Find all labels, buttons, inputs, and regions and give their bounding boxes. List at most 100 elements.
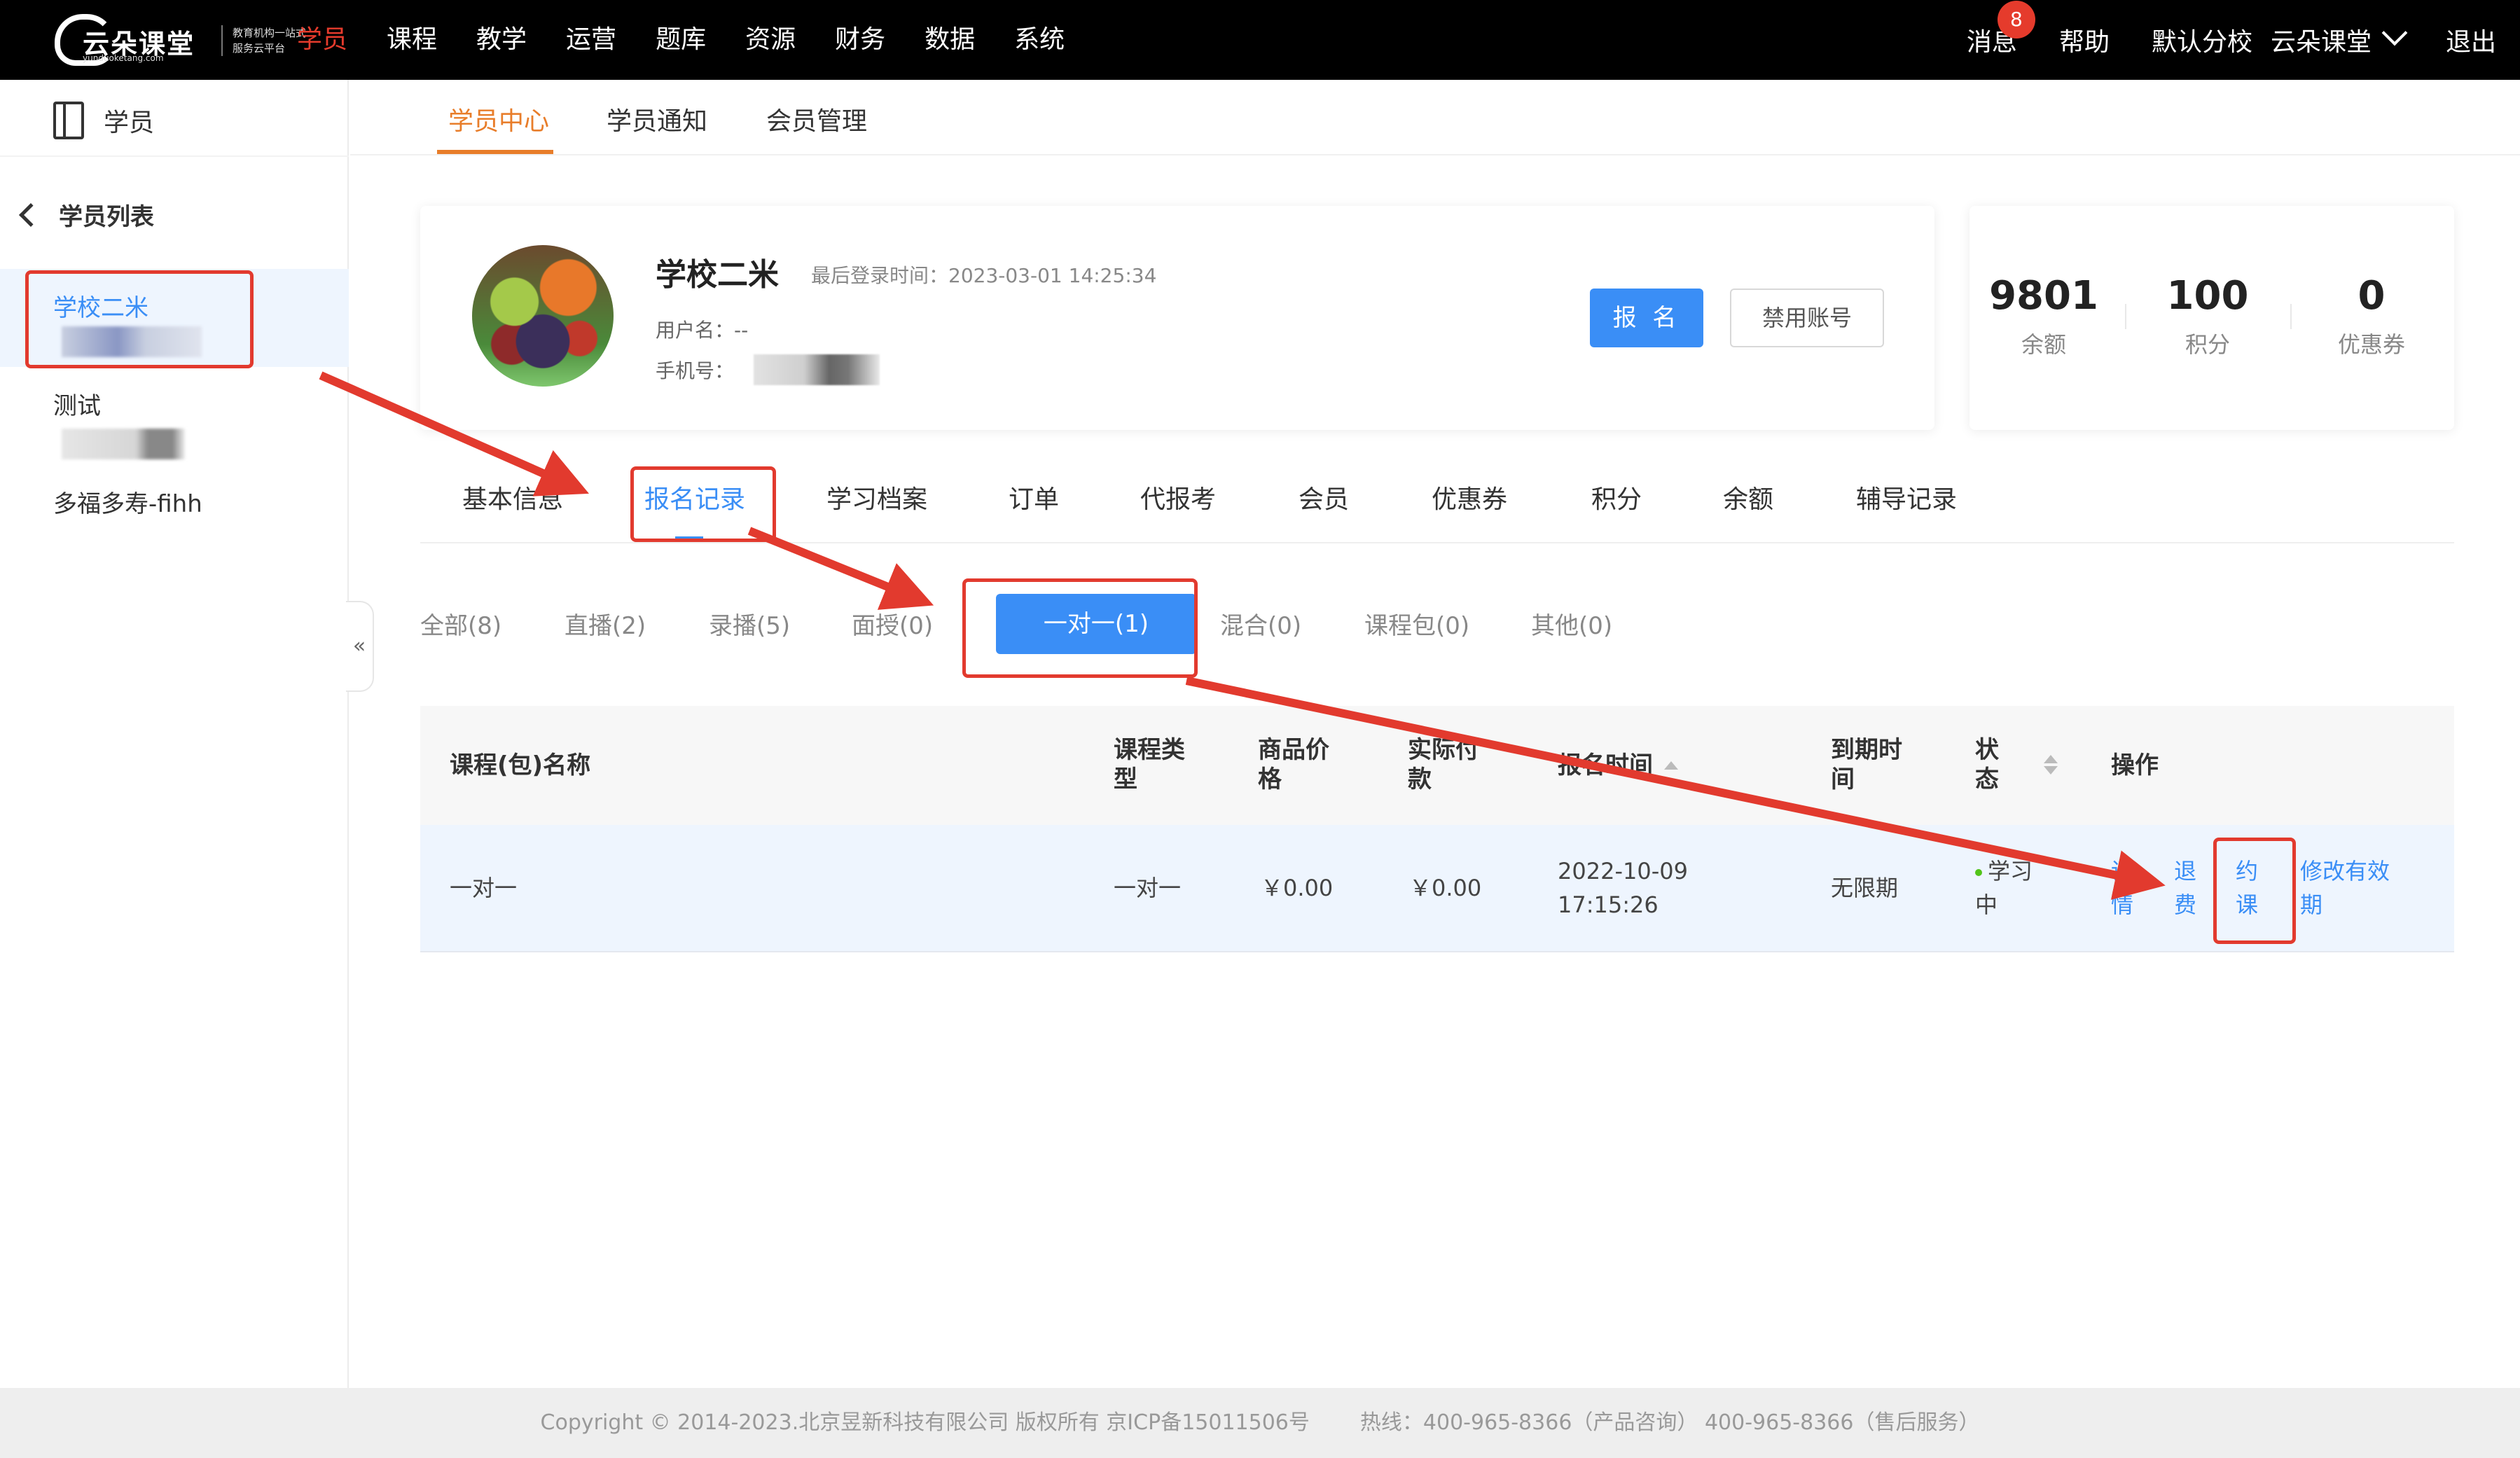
top-right-menu: 消息 8 帮助 默认分校 云朵课堂 退出: [1925, 0, 2496, 80]
disable-account-button[interactable]: 禁用账号: [1730, 289, 1884, 347]
col-price: 商品价格: [1258, 736, 1329, 793]
tab-basic-info[interactable]: 基本信息: [462, 479, 563, 515]
col-operations: 操作: [2111, 751, 2159, 779]
col-enroll-time-label: 报名时间: [1558, 751, 1653, 779]
annotation-box-book-class: [2213, 838, 2296, 944]
stat-label: 余额: [2021, 331, 2066, 358]
sub-navigation: 学员中心 学员通知 会员管理: [350, 80, 2520, 155]
annotation-box-filter: [962, 578, 1198, 678]
filter-mixed[interactable]: 混合(0): [1220, 606, 1301, 641]
tab-balance[interactable]: 余额: [1723, 479, 1773, 515]
nav-item-students[interactable]: 学员: [297, 0, 347, 80]
modify-validity-link[interactable]: 修改有效期: [2300, 854, 2398, 922]
filter-face-to-face[interactable]: 面授(0): [852, 606, 933, 641]
stat-balance[interactable]: 9801 余额: [1974, 273, 2114, 359]
sidebar-divider: [0, 155, 349, 157]
logo-divider: [221, 25, 223, 56]
filter-course-package[interactable]: 课程包(0): [1364, 606, 1469, 641]
footer-hotline: 热线：400-965-8366（产品咨询） 400-965-8366（售后服务）: [1359, 1410, 1980, 1435]
chevron-down-icon: [2381, 20, 2408, 46]
avatar: [472, 245, 614, 387]
nav-item-system[interactable]: 系统: [1014, 0, 1065, 80]
stat-divider: [2290, 304, 2292, 329]
tab-membership[interactable]: 会员管理: [766, 101, 867, 137]
nav-item-finance[interactable]: 财务: [835, 0, 885, 80]
sort-icon[interactable]: [2044, 755, 2058, 775]
table-row: 一对一 一对一 ￥0.00 ￥0.00 2022-10-09 17:15:26 …: [420, 825, 2454, 952]
chevron-left-icon: [19, 202, 43, 227]
cell-course-name: 一对一: [450, 875, 518, 901]
stat-points[interactable]: 100 积分: [2138, 273, 2278, 359]
student-item[interactable]: 多福多寿-fihh: [0, 465, 349, 563]
refund-link[interactable]: 退费: [2174, 854, 2198, 922]
tab-membership[interactable]: 会员: [1299, 479, 1349, 515]
school-selector[interactable]: 默认分校: [2152, 22, 2252, 58]
col-course-type: 课程类型: [1114, 736, 1185, 793]
cell-enroll-time: 2022-10-09 17:15:26: [1558, 858, 1688, 918]
back-label: 学员列表: [59, 203, 154, 231]
stat-label: 积分: [2185, 331, 2230, 358]
username-field: 用户名：--: [656, 319, 749, 342]
top-navbar: 云朵课堂 yunduoketang.com 教育机构一站式服务云平台 学员 课程…: [0, 0, 2520, 80]
stat-value: 0: [2358, 273, 2386, 319]
nav-item-courses[interactable]: 课程: [387, 0, 437, 80]
nav-item-data[interactable]: 数据: [925, 0, 975, 80]
nav-item-question-bank[interactable]: 题库: [656, 0, 706, 80]
student-name: 多福多寿-fihh: [53, 490, 202, 518]
main-nav: 学员 课程 教学 运营 题库 资源 财务 数据 系统: [297, 0, 1104, 80]
cell-paid: ￥0.00: [1409, 875, 1482, 901]
filter-recorded[interactable]: 录播(5): [709, 606, 790, 641]
logout-link[interactable]: 退出: [2446, 22, 2496, 58]
logo-subtext: yunduoketang.com: [83, 53, 164, 63]
redacted-phone: [754, 354, 880, 385]
tab-proxy-exam[interactable]: 代报考: [1140, 479, 1216, 515]
footer: Copyright © 2014-2023.北京昱新科技有限公司 版权所有 京I…: [0, 1388, 2520, 1458]
stat-label: 优惠券: [2337, 331, 2405, 358]
cell-status: 学习中: [1975, 854, 2042, 922]
filter-all[interactable]: 全部(8): [420, 606, 501, 641]
book-icon: [53, 102, 84, 139]
tab-tutoring-records[interactable]: 辅导记录: [1856, 479, 1957, 515]
sidebar-header: 学员: [53, 99, 154, 141]
status-text: 学习中: [1975, 858, 2033, 918]
logo[interactable]: 云朵课堂 yunduoketang.com 教育机构一站式服务云平台: [55, 10, 306, 70]
stats-card: 9801 余额 100 积分 0 优惠券: [1969, 206, 2454, 430]
tab-orders[interactable]: 订单: [1009, 479, 1059, 515]
tab-student-notice[interactable]: 学员通知: [607, 101, 707, 137]
col-paid: 实际付款: [1408, 736, 1479, 793]
account-dropdown[interactable]: 云朵课堂: [2270, 20, 2408, 58]
cell-price: ￥0.00: [1261, 875, 1334, 901]
stat-coupons[interactable]: 0 优惠券: [2301, 273, 2442, 359]
active-tab-underline: [437, 150, 553, 154]
stat-value: 100: [2166, 273, 2249, 319]
nav-item-operations[interactable]: 运营: [566, 0, 616, 80]
messages-link[interactable]: 消息 8: [1967, 1, 2035, 58]
col-expire: 到期时间: [1831, 736, 1902, 793]
back-to-student-list[interactable]: 学员列表: [15, 197, 154, 232]
sort-icon[interactable]: [1664, 761, 1678, 772]
stat-value: 9801: [1989, 273, 2098, 319]
tab-points[interactable]: 积分: [1591, 479, 1642, 515]
student-name: 测试: [53, 392, 101, 420]
sidebar-collapse-button[interactable]: «: [346, 601, 374, 692]
annotation-box-enroll-tab: [630, 466, 776, 542]
tab-coupons[interactable]: 优惠券: [1432, 479, 1507, 515]
col-course-name: 课程(包)名称: [450, 751, 591, 779]
filter-other[interactable]: 其他(0): [1531, 606, 1612, 641]
cell-expire: 无限期: [1831, 875, 1899, 901]
help-link[interactable]: 帮助: [2059, 22, 2110, 58]
account-label: 云朵课堂: [2270, 28, 2372, 57]
col-enroll-time[interactable]: 报名时间: [1558, 751, 1678, 780]
phone-label: 手机号：: [656, 359, 735, 382]
enroll-button[interactable]: 报 名: [1590, 289, 1703, 347]
details-link[interactable]: 详情: [2111, 854, 2135, 922]
table-header: 课程(包)名称 课程类型 商品价格 实际付款 报名时间 到期时间 状态 操作: [420, 706, 2454, 825]
nav-item-resources[interactable]: 资源: [745, 0, 796, 80]
student-item[interactable]: 测试: [0, 367, 349, 465]
tab-student-center[interactable]: 学员中心: [448, 101, 549, 137]
nav-item-teaching[interactable]: 教学: [476, 0, 527, 80]
status-dot-icon: [1975, 869, 1982, 876]
sidebar-title: 学员: [104, 109, 155, 137]
filter-live[interactable]: 直播(2): [565, 606, 646, 641]
tab-study-archive[interactable]: 学习档案: [826, 479, 927, 515]
